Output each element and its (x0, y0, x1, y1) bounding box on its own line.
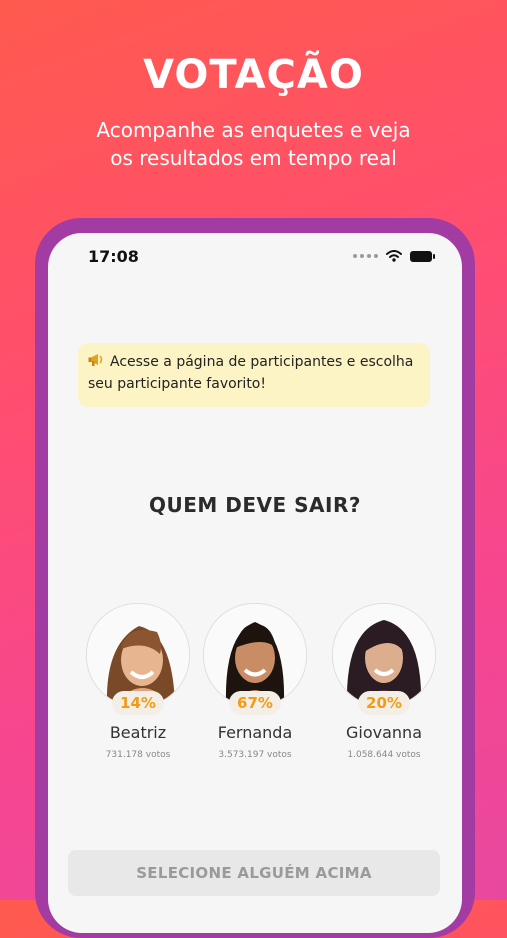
candidate-card-fernanda[interactable]: 67% Fernanda 3.573.197 votos (203, 603, 307, 760)
signal-dots-icon (353, 254, 378, 258)
candidate-name: Beatriz (109, 723, 167, 742)
info-banner[interactable]: Acesse a página de participantes e escol… (78, 343, 430, 407)
candidate-card-beatriz[interactable]: 14% Beatriz 731.178 votos (86, 603, 190, 760)
phone-frame: 17:08 Acesse a página de participantes e… (35, 218, 475, 938)
vote-count: 3.573.197 votos (218, 750, 292, 760)
poll-question: QUEM DEVE SAIR? (149, 493, 361, 517)
battery-icon (410, 250, 435, 262)
select-candidate-button[interactable]: SELECIONE ALGUÉM ACIMA (68, 850, 440, 896)
wifi-icon (386, 250, 402, 262)
percent-badge: 67% (229, 691, 281, 715)
megaphone-icon (88, 354, 103, 366)
candidate-card-giovanna[interactable]: 20% Giovanna 1.058.644 votos (332, 603, 436, 760)
page-subtitle: Acompanhe as enquetes e veja os resultad… (96, 118, 411, 170)
phone-screen: 17:08 Acesse a página de participantes e… (48, 233, 462, 933)
page-title: VOTAÇÃO (143, 52, 364, 98)
percent-badge: 14% (112, 691, 164, 715)
status-time: 17:08 (88, 247, 139, 266)
status-icons (353, 250, 435, 262)
candidate-name: Giovanna (346, 723, 422, 742)
info-banner-text: Acesse a página de participantes e escol… (88, 354, 414, 392)
candidate-name: Fernanda (217, 723, 293, 742)
vote-count: 731.178 votos (105, 750, 171, 760)
vote-count: 1.058.644 votos (347, 750, 421, 760)
percent-badge: 20% (358, 691, 410, 715)
